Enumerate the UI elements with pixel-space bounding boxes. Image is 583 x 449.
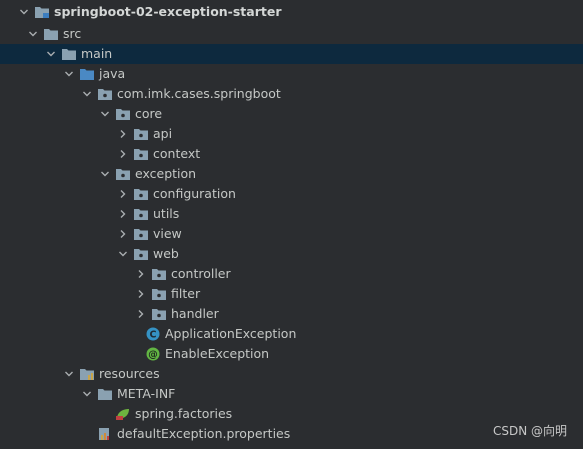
tree-item-label: ApplicationException (165, 326, 297, 341)
chevron-down-icon[interactable] (99, 104, 111, 124)
package-icon (151, 266, 167, 282)
tree-item-src[interactable]: src (0, 24, 583, 44)
package-icon (151, 306, 167, 322)
tree-item-module[interactable]: springboot-02-exception-starter (0, 0, 583, 24)
package-icon (151, 286, 167, 302)
tree-item-exception[interactable]: exception (0, 164, 583, 184)
tree-item-label: utils (153, 206, 180, 221)
tree-item-filter[interactable]: filter (0, 284, 583, 304)
module-folder-icon (34, 4, 50, 20)
tree-item-controller[interactable]: controller (0, 264, 583, 284)
tree-item-label: META-INF (117, 386, 176, 401)
package-icon (133, 126, 149, 142)
project-tree: springboot-02-exception-starter src main… (0, 0, 583, 444)
tree-item-label: context (153, 146, 201, 161)
tree-item-utils[interactable]: utils (0, 204, 583, 224)
tree-item-label: spring.factories (135, 406, 233, 421)
package-icon (133, 206, 149, 222)
chevron-down-icon[interactable] (81, 384, 93, 404)
chevron-down-icon[interactable] (63, 364, 75, 384)
tree-item-label: filter (171, 286, 201, 301)
tree-item-configuration[interactable]: configuration (0, 184, 583, 204)
tree-item-web[interactable]: web (0, 244, 583, 264)
chevron-down-icon[interactable] (45, 44, 57, 64)
tree-item-application-exception[interactable]: C ApplicationException (0, 324, 583, 344)
chevron-down-icon[interactable] (81, 84, 93, 104)
tree-item-label: src (63, 26, 82, 41)
chevron-down-icon[interactable] (27, 24, 39, 44)
tree-item-java[interactable]: java (0, 64, 583, 84)
tree-item-package-root[interactable]: com.imk.cases.springboot (0, 84, 583, 104)
svg-text:C: C (150, 330, 157, 341)
properties-file-icon (97, 426, 113, 442)
tree-item-meta-inf[interactable]: META-INF (0, 384, 583, 404)
tree-item-label: web (153, 246, 179, 261)
chevron-right-icon[interactable] (135, 264, 147, 284)
tree-item-label: springboot-02-exception-starter (54, 4, 282, 19)
tree-item-label: view (153, 226, 182, 241)
package-icon (97, 86, 113, 102)
folder-icon (61, 46, 77, 62)
tree-item-label: core (135, 106, 163, 121)
tree-item-label: exception (135, 166, 197, 181)
chevron-right-icon[interactable] (117, 124, 129, 144)
tree-item-label: main (81, 46, 113, 61)
tree-item-handler[interactable]: handler (0, 304, 583, 324)
tree-item-view[interactable]: view (0, 224, 583, 244)
resources-folder-icon (79, 366, 95, 382)
chevron-right-icon[interactable] (117, 184, 129, 204)
source-folder-icon (79, 66, 95, 82)
tree-item-resources[interactable]: resources (0, 364, 583, 384)
chevron-right-icon[interactable] (117, 144, 129, 164)
package-icon (115, 166, 131, 182)
watermark: CSDN @向明 (492, 424, 567, 438)
chevron-right-icon[interactable] (135, 304, 147, 324)
package-icon (133, 146, 149, 162)
tree-item-context[interactable]: context (0, 144, 583, 164)
class-icon: C (145, 326, 161, 342)
annotation-icon: @ (145, 346, 161, 362)
chevron-down-icon[interactable] (99, 164, 111, 184)
tree-item-spring-factories[interactable]: spring.factories (0, 404, 583, 424)
svg-text:@: @ (148, 350, 158, 361)
tree-item-label: resources (99, 366, 160, 381)
tree-item-core[interactable]: core (0, 104, 583, 124)
spring-leaf-icon (115, 406, 131, 422)
tree-item-label: api (153, 126, 173, 141)
package-icon (133, 186, 149, 202)
package-icon (133, 246, 149, 262)
tree-item-label: EnableException (165, 346, 270, 361)
folder-icon (97, 386, 113, 402)
chevron-down-icon[interactable] (63, 64, 75, 84)
package-icon (115, 106, 131, 122)
folder-icon (43, 26, 59, 42)
chevron-right-icon[interactable] (117, 224, 129, 244)
tree-item-main[interactable]: main (0, 44, 583, 64)
tree-item-api[interactable]: api (0, 124, 583, 144)
tree-item-label: com.imk.cases.springboot (117, 86, 281, 101)
chevron-down-icon[interactable] (117, 244, 129, 264)
tree-item-label: handler (171, 306, 219, 321)
tree-item-label: controller (171, 266, 231, 281)
tree-item-label: java (99, 66, 126, 81)
package-icon (133, 226, 149, 242)
chevron-down-icon[interactable] (18, 2, 30, 22)
tree-item-enable-exception[interactable]: @ EnableException (0, 344, 583, 364)
tree-item-label: defaultException.properties (117, 426, 291, 441)
tree-item-label: configuration (153, 186, 236, 201)
chevron-right-icon[interactable] (135, 284, 147, 304)
chevron-right-icon[interactable] (117, 204, 129, 224)
